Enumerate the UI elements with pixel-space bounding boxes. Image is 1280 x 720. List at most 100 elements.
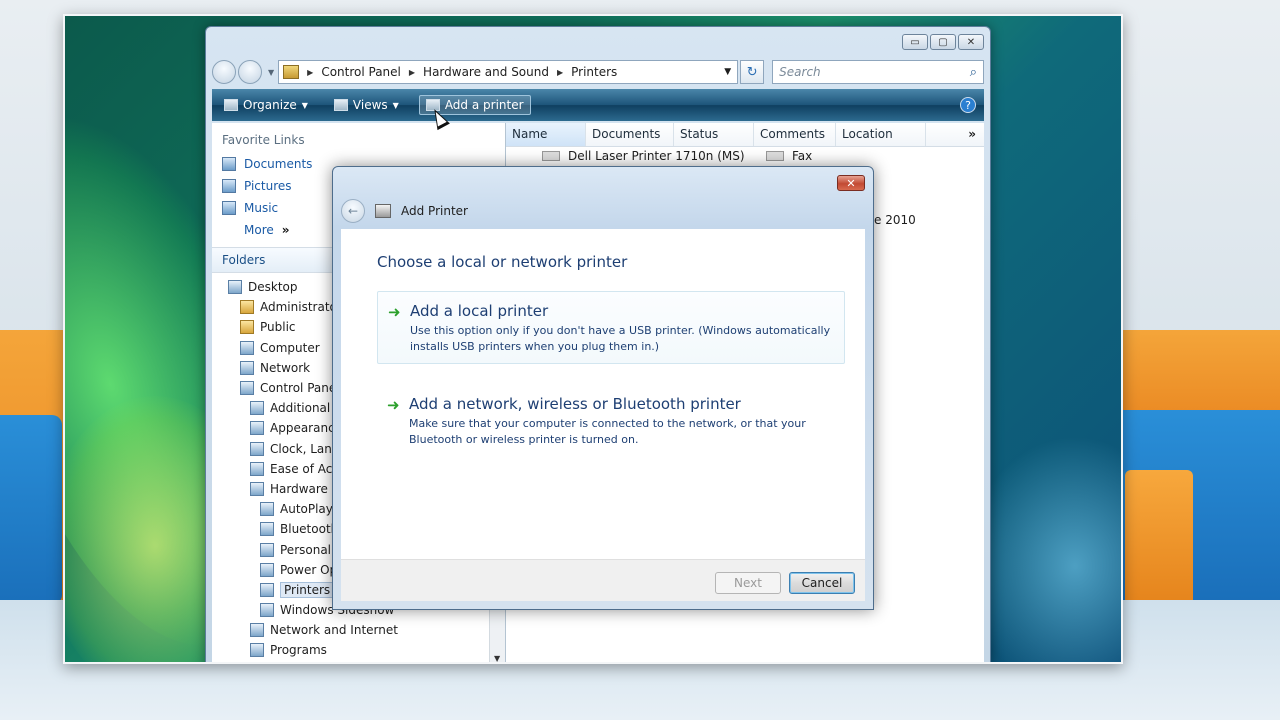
printer-item[interactable]: Dell Laser Printer 1710n (MS) Fax (506, 147, 984, 163)
item-icon (250, 401, 264, 416)
tree-item-label: Printers (280, 581, 335, 598)
window-controls: ▭ ▢ ✕ (902, 34, 984, 50)
forward-button[interactable] (238, 60, 262, 84)
close-button[interactable]: ✕ (958, 34, 984, 50)
background-orange-cube (1125, 470, 1193, 615)
printer-icon (375, 204, 391, 218)
column-status[interactable]: Status (674, 123, 754, 146)
command-toolbar: Organize ▼ Views ▼ Add a printer ? (212, 89, 984, 121)
breadcrumb-control-panel[interactable]: Control Panel (321, 65, 401, 79)
maximize-button[interactable]: ▢ (930, 34, 956, 50)
dialog-header: ← Add Printer (341, 197, 468, 225)
item-icon (260, 603, 274, 618)
more-label: More (244, 223, 274, 237)
tree-item-label: Network and Internet (270, 623, 398, 638)
favorite-link-label: Pictures (244, 179, 292, 193)
dialog-body: Choose a local or network printer ➜ Add … (341, 229, 865, 559)
music-icon (222, 201, 236, 215)
views-label: Views (352, 98, 388, 112)
option-description: Use this option only if you don't have a… (410, 324, 831, 353)
minimize-button[interactable]: ▭ (902, 34, 928, 50)
tree-item-label: Public (260, 320, 296, 335)
column-comments[interactable]: Comments (754, 123, 836, 146)
add-local-printer-option[interactable]: ➜ Add a local printer Use this option on… (377, 291, 845, 364)
favorite-link-label: Music (244, 201, 279, 215)
column-name[interactable]: Name (506, 123, 586, 146)
breadcrumb-chevron-icon[interactable]: ▶ (307, 68, 313, 77)
breadcrumb-hardware-and-sound[interactable]: Hardware and Sound (423, 65, 549, 79)
recent-pages-dropdown[interactable]: ▼ (268, 68, 274, 77)
address-dropdown-icon[interactable]: ▼ (724, 67, 731, 77)
more-columns-icon[interactable]: » (960, 123, 984, 146)
organize-label: Organize (243, 98, 297, 112)
folder-icon (240, 300, 254, 315)
tree-item[interactable]: Programs (212, 640, 505, 660)
option-title: Add a network, wireless or Bluetooth pri… (409, 395, 741, 413)
fax-icon (766, 151, 784, 161)
breadcrumb-chevron-icon[interactable]: ▶ (409, 68, 415, 77)
green-arrow-icon: ➜ (388, 303, 401, 321)
option-title: Add a local printer (410, 302, 549, 320)
item-icon (260, 522, 274, 537)
chevron-down-icon: ▼ (301, 100, 308, 110)
pictures-icon (222, 179, 236, 193)
search-placeholder: Search (779, 65, 821, 79)
breadcrumb-printers[interactable]: Printers (571, 65, 617, 79)
tree-item-label: Programs (270, 643, 327, 658)
dialog-title: Add Printer (401, 204, 468, 218)
refresh-button[interactable]: ↻ (740, 60, 765, 84)
folder-icon (240, 320, 254, 335)
breadcrumb-chevron-icon[interactable]: ▶ (557, 68, 563, 77)
tree-item-label: Bluetooth (280, 522, 339, 537)
printer-icon (260, 582, 274, 597)
tree-item-label: Administrator (260, 300, 342, 315)
cancel-button[interactable]: Cancel (789, 572, 855, 594)
tree-item-label: Clock, Lang (270, 441, 340, 456)
documents-icon (222, 157, 236, 171)
printer-name: Dell Laser Printer 1710n (MS) (568, 149, 745, 163)
tree-item-label: Network (260, 360, 311, 375)
desktop-icon (228, 280, 242, 295)
views-button[interactable]: Views ▼ (328, 96, 405, 114)
back-button[interactable] (212, 60, 236, 84)
tree-item-label: Desktop (248, 280, 298, 295)
favorite-links-header: Favorite Links (222, 133, 305, 147)
organize-icon (224, 99, 238, 111)
tree-item-label: Computer (260, 340, 320, 355)
address-bar[interactable]: ▶ Control Panel ▶ Hardware and Sound ▶ P… (278, 60, 739, 84)
next-button[interactable]: Next (715, 572, 781, 594)
column-documents[interactable]: Documents (586, 123, 674, 146)
address-row: ▼ ▶ Control Panel ▶ Hardware and Sound ▶… (212, 59, 984, 85)
item-icon (250, 461, 264, 476)
add-printer-dialog: ✕ ← Add Printer Choose a local or networ… (332, 166, 874, 610)
background-blue-block-left (0, 415, 62, 605)
item-icon (250, 441, 264, 456)
back-arrow-icon[interactable]: ← (341, 199, 365, 223)
favorite-link-label: Documents (244, 157, 313, 171)
item-icon (260, 542, 274, 557)
search-icon[interactable]: ⌕ (970, 65, 977, 80)
search-input[interactable]: Search ⌕ (772, 60, 984, 84)
double-chevron-icon: » (281, 223, 290, 237)
organize-button[interactable]: Organize ▼ (218, 96, 314, 114)
column-header-row: Name Documents Status Comments Location … (506, 123, 984, 147)
item-icon (250, 481, 264, 496)
item-icon (260, 502, 274, 517)
views-icon (333, 99, 348, 111)
close-button[interactable]: ✕ (837, 175, 865, 191)
printer-icon (542, 151, 560, 161)
help-icon[interactable]: ? (960, 97, 976, 113)
dialog-footer: Next Cancel (341, 559, 865, 601)
tree-item-label: Control Panel (260, 381, 340, 396)
item-icon (250, 421, 264, 436)
computer-icon (240, 340, 254, 355)
item-icon (250, 623, 264, 638)
chevron-down-icon: ▼ (392, 100, 399, 110)
tree-item[interactable]: Network and Internet (212, 620, 505, 640)
tree-item-label: AutoPlay (280, 502, 333, 517)
add-network-printer-option[interactable]: ➜ Add a network, wireless or Bluetooth p… (377, 385, 845, 456)
column-location[interactable]: Location (836, 123, 926, 146)
network-icon (240, 360, 254, 375)
control-panel-icon (240, 381, 254, 396)
scroll-down-icon[interactable]: ▼ (494, 654, 500, 662)
